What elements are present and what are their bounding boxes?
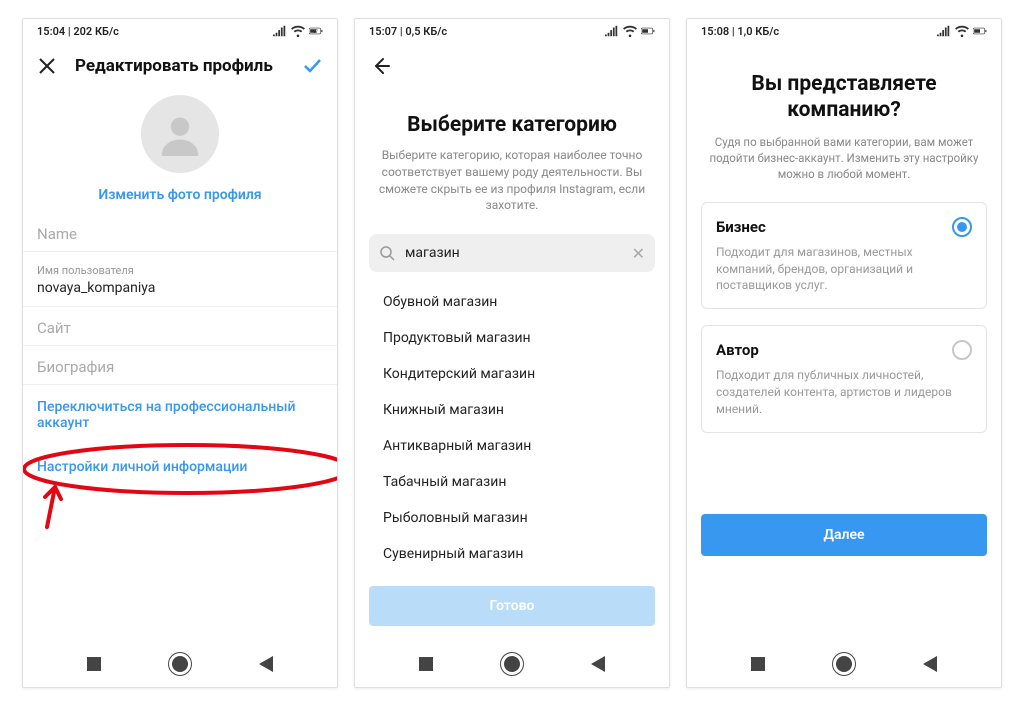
- person-icon: [158, 112, 202, 156]
- option-business[interactable]: Бизнес Подходит для магазинов, местных к…: [701, 202, 987, 309]
- category-item[interactable]: Сувенирный магазин: [355, 536, 669, 572]
- back-arrow-icon[interactable]: [369, 55, 391, 77]
- status-time: 15:07 | 0,5 КБ/с: [369, 25, 447, 38]
- nav-back-icon[interactable]: [591, 656, 605, 672]
- category-heading-block: Выберите категорию Выберите категорию, к…: [355, 89, 669, 224]
- nav-recent-icon[interactable]: [419, 657, 433, 671]
- category-subtext: Выберите категорию, которая наиболее точ…: [377, 147, 647, 214]
- android-nav-bar: [687, 641, 1001, 687]
- username-field[interactable]: Имя пользователя novaya_kompaniya: [23, 252, 337, 307]
- category-item[interactable]: Кондитерский магазин: [355, 356, 669, 392]
- category-item[interactable]: Продуктовый магазин: [355, 320, 669, 356]
- app-header: Редактировать профиль: [23, 43, 337, 89]
- radio-selected-icon[interactable]: [952, 217, 972, 237]
- nav-recent-icon[interactable]: [87, 657, 101, 671]
- company-subtext: Судя по выбранной вами категории, вам мо…: [707, 134, 981, 182]
- nav-home-icon[interactable]: [172, 656, 188, 672]
- battery-icon: 57: [309, 25, 323, 37]
- category-item[interactable]: Табачный магазин: [355, 464, 669, 500]
- next-button[interactable]: Далее: [701, 514, 987, 556]
- screen-edit-profile: 15:04 | 202 КБ/с 57 Редактировать профил…: [22, 18, 338, 688]
- avatar-placeholder[interactable]: [141, 95, 219, 173]
- nav-home-icon[interactable]: [504, 656, 520, 672]
- done-button[interactable]: Готово: [369, 586, 655, 626]
- battery-icon: [973, 25, 987, 37]
- wifi-icon: [291, 25, 305, 37]
- category-item[interactable]: Антикварный магазин: [355, 428, 669, 464]
- screen-company-confirm: 15:08 | 1,0 КБ/с Вы представляете компан…: [686, 18, 1002, 688]
- option-author[interactable]: Автор Подходит для публичных личностей, …: [701, 325, 987, 432]
- nav-back-icon[interactable]: [259, 656, 273, 672]
- wifi-icon: [623, 25, 637, 37]
- confirm-icon[interactable]: [301, 55, 323, 77]
- status-icons: [937, 25, 987, 37]
- site-field[interactable]: Сайт: [23, 307, 337, 346]
- signal-icon: [937, 25, 951, 37]
- search-value: магазин: [405, 245, 622, 261]
- category-item[interactable]: Рыболовный магазин: [355, 500, 669, 536]
- company-heading: Вы представляете компанию?: [707, 71, 981, 124]
- switch-professional-link[interactable]: Переключиться на профессиональный аккаун…: [23, 385, 337, 445]
- privacy-settings-link[interactable]: Настройки личной информации: [23, 445, 337, 489]
- bio-placeholder: Биография: [37, 358, 323, 376]
- svg-text:57: 57: [313, 29, 318, 34]
- android-nav-bar: [355, 641, 669, 687]
- search-icon: [379, 245, 395, 261]
- category-item[interactable]: Обувной магазин: [355, 284, 669, 320]
- status-bar: 15:07 | 0,5 КБ/с: [355, 19, 669, 43]
- username-label: Имя пользователя: [37, 264, 323, 277]
- name-placeholder: Name: [37, 225, 323, 243]
- header-title: Редактировать профиль: [75, 56, 283, 76]
- status-icons: 57: [273, 25, 323, 37]
- site-placeholder: Сайт: [37, 319, 323, 337]
- name-field[interactable]: Name: [23, 213, 337, 252]
- category-heading: Выберите категорию: [377, 113, 647, 137]
- bio-field[interactable]: Биография: [23, 346, 337, 385]
- status-bar: 15:04 | 202 КБ/с 57: [23, 19, 337, 43]
- option-business-title: Бизнес: [716, 218, 766, 236]
- status-icons: [605, 25, 655, 37]
- category-item[interactable]: Книжный магазин: [355, 392, 669, 428]
- username-value: novaya_kompaniya: [37, 280, 323, 298]
- avatar-section: Изменить фото профиля: [23, 89, 337, 213]
- category-search[interactable]: магазин ✕: [369, 234, 655, 272]
- change-photo-link[interactable]: Изменить фото профиля: [98, 187, 261, 203]
- signal-icon: [605, 25, 619, 37]
- close-icon[interactable]: [37, 56, 57, 76]
- category-list: Обувной магазин Продуктовый магазин Конд…: [355, 278, 669, 578]
- radio-unselected-icon[interactable]: [952, 340, 972, 360]
- option-author-desc: Подходит для публичных личностей, создат…: [716, 367, 972, 417]
- app-header: [355, 43, 669, 89]
- android-nav-bar: [23, 641, 337, 687]
- option-business-desc: Подходит для магазинов, местных компаний…: [716, 244, 972, 294]
- screen-choose-category: 15:07 | 0,5 КБ/с Выберите категорию Выбе…: [354, 18, 670, 688]
- status-time: 15:08 | 1,0 КБ/с: [701, 25, 779, 38]
- wifi-icon: [955, 25, 969, 37]
- status-time: 15:04 | 202 КБ/с: [37, 25, 119, 38]
- clear-icon[interactable]: ✕: [632, 244, 645, 263]
- status-bar: 15:08 | 1,0 КБ/с: [687, 19, 1001, 43]
- option-author-title: Автор: [716, 341, 759, 359]
- signal-icon: [273, 25, 287, 37]
- nav-recent-icon[interactable]: [751, 657, 765, 671]
- nav-back-icon[interactable]: [923, 656, 937, 672]
- nav-home-icon[interactable]: [836, 656, 852, 672]
- company-heading-block: Вы представляете компанию? Судя по выбра…: [687, 43, 1001, 194]
- battery-icon: [641, 25, 655, 37]
